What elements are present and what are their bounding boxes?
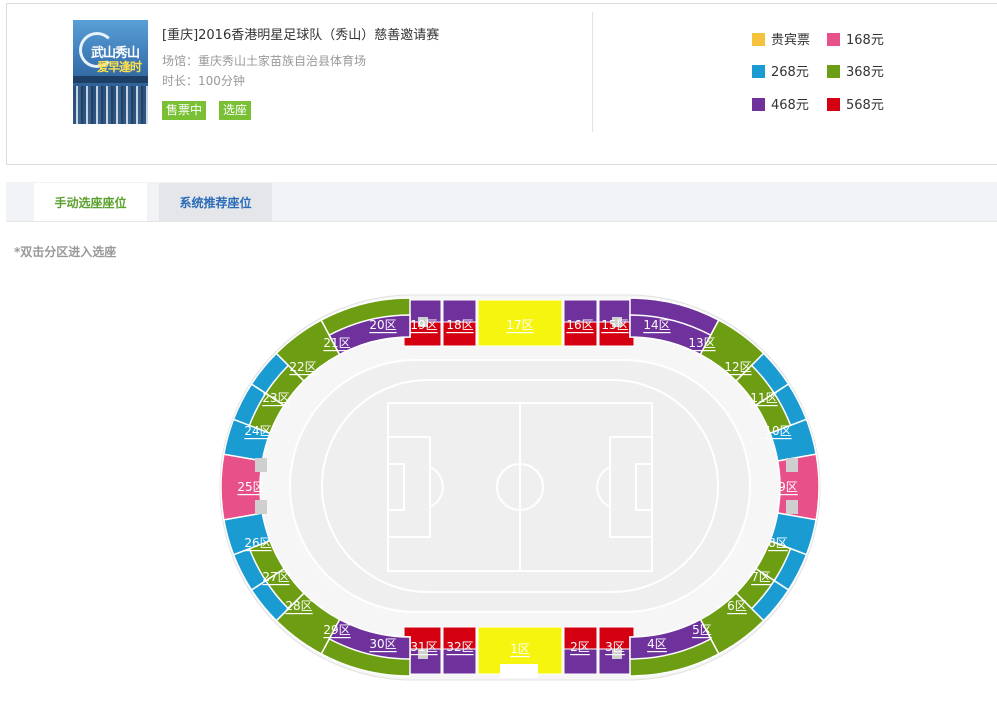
gate-bottom [500,664,538,678]
zone-label-32[interactable]: 32区 [446,640,473,654]
zone-label-23[interactable]: 23区 [262,391,289,405]
zone-label-26[interactable]: 26区 [244,536,271,550]
entrance-marker [786,458,798,472]
entrance-marker [786,500,798,514]
zone-label-25[interactable]: 25区 [237,480,264,494]
zone-label-15[interactable]: 15区 [601,318,628,332]
zone-label-17[interactable]: 17区 [506,318,533,332]
zone-label-18[interactable]: 18区 [446,318,473,332]
entrance-marker [255,500,267,514]
zone-label-29[interactable]: 29区 [323,623,350,637]
zone-label-13[interactable]: 13区 [688,336,715,350]
zone-label-16[interactable]: 16区 [566,318,593,332]
zone-label-30[interactable]: 30区 [369,637,396,651]
zone-label-24[interactable]: 24区 [244,424,271,438]
zone-label-22[interactable]: 22区 [289,360,316,374]
zone-label-12[interactable]: 12区 [724,360,751,374]
zone-label-6[interactable]: 6区 [727,599,747,613]
zone-label-27[interactable]: 27区 [262,570,289,584]
zone-label-5[interactable]: 5区 [692,623,712,637]
zone-label-11[interactable]: 11区 [750,391,777,405]
zone-label-7[interactable]: 7区 [751,570,771,584]
stadium-map: 1区 2区 3区 4区 5区 6区 7区 8区 9区 10区 11区 12区 1… [219,294,821,681]
zone-label-9[interactable]: 9区 [778,480,798,494]
zone-label-4[interactable]: 4区 [647,637,667,651]
zone-label-14[interactable]: 14区 [643,318,670,332]
zone-label-31[interactable]: 31区 [410,640,437,654]
zone-label-3[interactable]: 3区 [605,640,625,654]
zone-label-1[interactable]: 1区 [510,642,530,656]
zone-label-10[interactable]: 10区 [764,424,791,438]
zone-label-20[interactable]: 20区 [369,318,396,332]
zone-label-21[interactable]: 21区 [323,336,350,350]
zone-label-8[interactable]: 8区 [768,536,788,550]
zone-label-19[interactable]: 19区 [410,318,437,332]
zone-label-28[interactable]: 28区 [285,599,312,613]
entrance-marker [255,458,267,472]
zone-label-2[interactable]: 2区 [570,640,590,654]
